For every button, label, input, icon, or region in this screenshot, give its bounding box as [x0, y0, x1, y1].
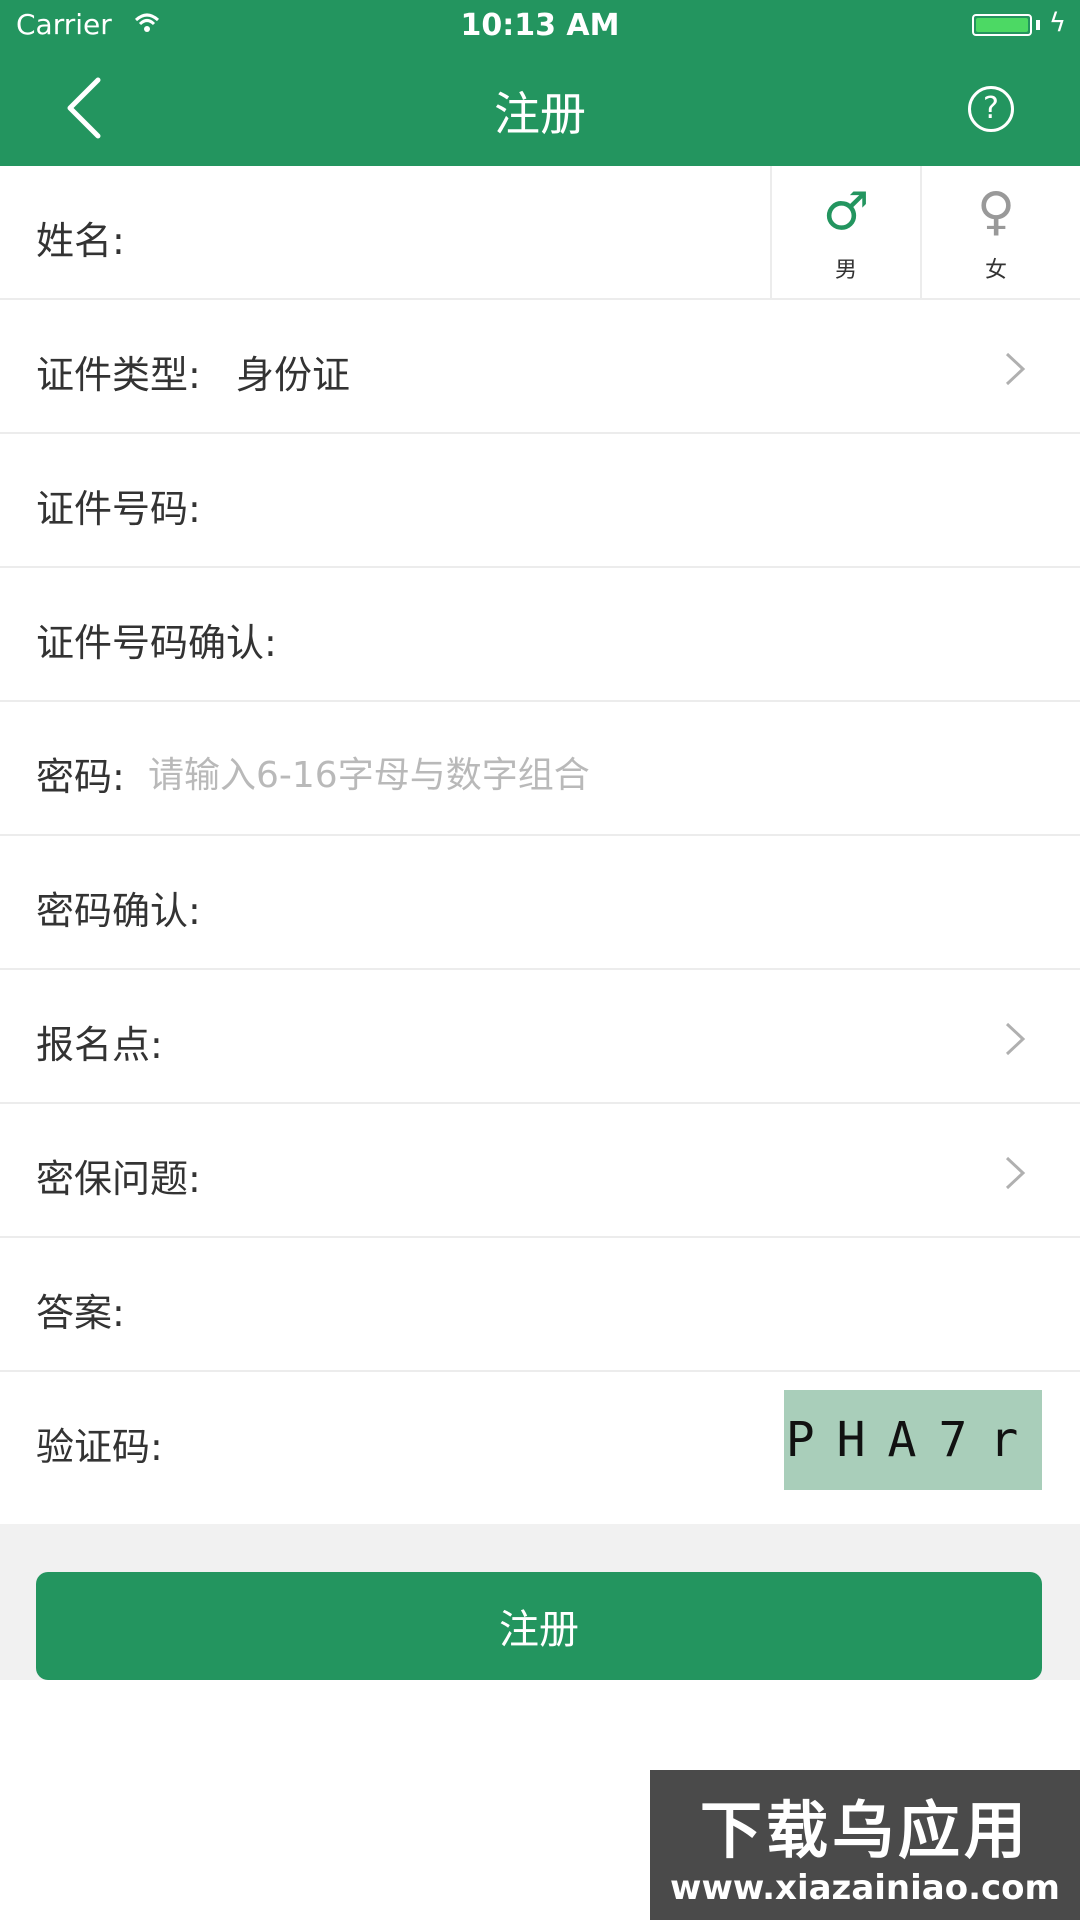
chevron-right-icon: [1005, 352, 1026, 386]
female-icon: ♀: [976, 182, 1016, 242]
id-confirm-label: 证件号码确认:: [36, 621, 277, 665]
chevron-right-icon: [1005, 1022, 1026, 1056]
password-input[interactable]: 请输入6-16字母与数字组合: [148, 746, 590, 798]
charging-icon: ϟ: [1048, 8, 1066, 38]
chevron-right-icon: [1005, 1156, 1026, 1190]
register-button[interactable]: 注册: [36, 1572, 1042, 1680]
gender-female-option[interactable]: ♀ 女: [920, 166, 1070, 300]
registration-form: 姓名: ♂ 男 ♀ 女 证件类型: 身份证 证件号码: 证件号码确认: 密码: …: [0, 166, 1080, 1506]
gender-male-option[interactable]: ♂ 男: [770, 166, 920, 300]
password-confirm-row[interactable]: 密码确认:: [0, 836, 1080, 970]
answer-label: 答案:: [36, 1291, 125, 1335]
watermark-url: www.xiazainiao.com: [670, 1868, 1060, 1908]
submit-area: 注册: [0, 1524, 1080, 1680]
captcha-image[interactable]: PHA7r: [784, 1390, 1042, 1490]
male-icon: ♂: [822, 182, 870, 242]
status-bar: Carrier 10:13 AM ϟ: [0, 0, 1080, 50]
name-label: 姓名:: [36, 219, 125, 263]
battery-icon: [972, 14, 1032, 36]
captcha-row[interactable]: 验证码: PHA7r: [0, 1372, 1080, 1506]
app-header: Carrier 10:13 AM ϟ 注册 ?: [0, 0, 1080, 166]
signup-point-label: 报名点:: [36, 1023, 163, 1067]
watermark-title: 下载乌应用: [699, 1794, 1030, 1867]
watermark-logo: 下载乌应用 www.xiazainiao.com: [650, 1770, 1080, 1920]
answer-row[interactable]: 答案:: [0, 1238, 1080, 1372]
status-time: 10:13 AM: [460, 8, 620, 43]
security-question-row[interactable]: 密保问题:: [0, 1104, 1080, 1238]
password-label: 密码:: [36, 755, 125, 799]
id-type-row[interactable]: 证件类型: 身份证: [0, 300, 1080, 434]
name-row[interactable]: 姓名: ♂ 男 ♀ 女: [0, 166, 1080, 300]
id-confirm-row[interactable]: 证件号码确认:: [0, 568, 1080, 702]
page-title: 注册: [494, 87, 586, 141]
id-type-value: 身份证: [236, 353, 351, 397]
id-type-label: 证件类型:: [36, 353, 201, 397]
help-icon[interactable]: ?: [968, 86, 1014, 132]
signup-point-row[interactable]: 报名点:: [0, 970, 1080, 1104]
id-number-row[interactable]: 证件号码:: [0, 434, 1080, 568]
id-number-label: 证件号码:: [36, 487, 201, 531]
battery-tip: [1036, 20, 1040, 30]
male-label: 男: [834, 258, 857, 283]
security-question-label: 密保问题:: [36, 1157, 201, 1201]
captcha-label: 验证码:: [36, 1425, 163, 1469]
password-confirm-label: 密码确认:: [36, 889, 201, 933]
password-row[interactable]: 密码: 请输入6-16字母与数字组合: [0, 702, 1080, 836]
female-label: 女: [984, 258, 1007, 283]
